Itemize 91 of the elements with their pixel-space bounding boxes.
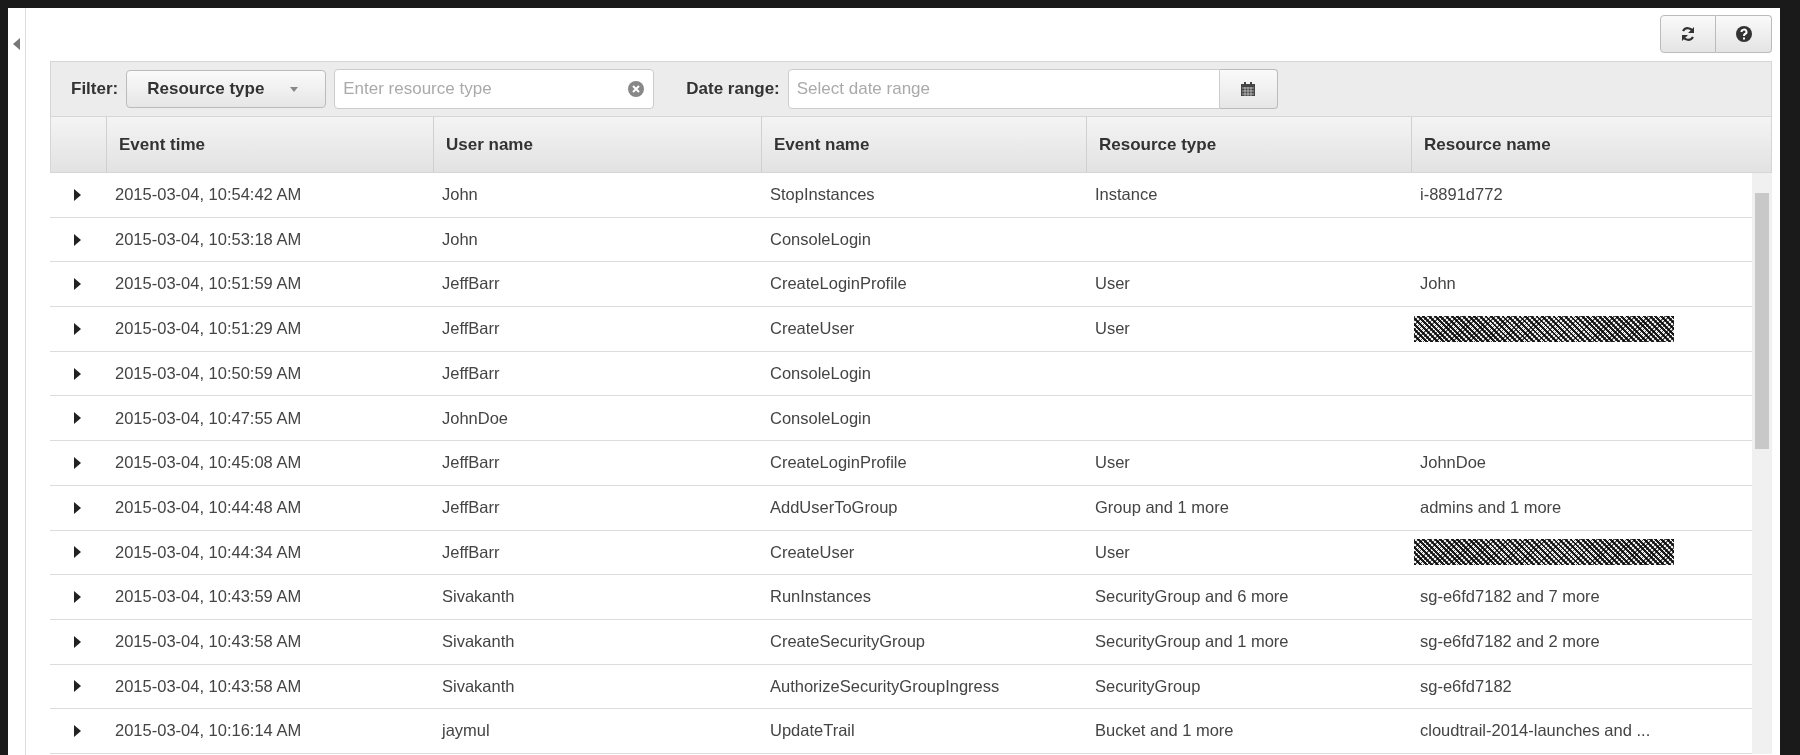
table-cell-text: 2015-03-04, 10:51:59 AM <box>114 274 302 293</box>
table-cell-text: Sivakanth <box>441 676 515 695</box>
table-cell-text: JohnDoe <box>441 408 509 427</box>
expand-arrow-icon[interactable] <box>74 725 81 738</box>
column-header[interactable]: User name <box>446 131 533 158</box>
table-cell-text: sg-e6fd7182 and 7 more <box>1419 587 1600 606</box>
table-cell-text: i-8891d772 <box>1419 185 1503 204</box>
table-cell-text: CreateUser <box>769 542 855 561</box>
table-cell-text: sg-e6fd7182 <box>1419 676 1512 695</box>
table-cell-text: 2015-03-04, 10:44:48 AM <box>114 497 302 516</box>
table-cell-text: 2015-03-04, 10:43:58 AM <box>114 676 302 695</box>
table-cell-text: 2015-03-04, 10:16:14 AM <box>114 721 302 740</box>
column-header[interactable]: Resource name <box>1424 131 1551 158</box>
help-button[interactable] <box>1716 15 1772 53</box>
table-cell-text: admins and 1 more <box>1419 497 1562 516</box>
table-cell-text: Sivakanth <box>441 587 515 606</box>
table-cell-text: JeffBarr <box>441 363 500 382</box>
resource-type-dropdown[interactable]: Resource type <box>126 70 327 108</box>
table-cell-text: CreateLoginProfile <box>769 274 907 293</box>
table-cell-text: Instance <box>1094 185 1158 204</box>
calendar-icon <box>1240 81 1257 97</box>
table-cell-text: User <box>1094 453 1130 472</box>
scrollbar[interactable] <box>1752 173 1772 754</box>
table-cell-text: CreateUser <box>769 319 855 338</box>
help-icon <box>1735 26 1752 42</box>
scrollbar-thumb[interactable] <box>1755 193 1769 449</box>
table-cell-text: JeffBarr <box>441 274 500 293</box>
expand-arrow-icon[interactable] <box>74 680 81 693</box>
date-range-input[interactable]: Select date range <box>787 69 1220 109</box>
expand-arrow-icon[interactable] <box>74 412 81 425</box>
table-cell-text: Sivakanth <box>441 631 515 650</box>
table-cell-text: JeffBarr <box>441 453 500 472</box>
table-cell-text: Group and 1 more <box>1094 497 1229 516</box>
table-cell-text: StopInstances <box>769 185 875 204</box>
table-cell-text: SecurityGroup and 6 more <box>1094 587 1289 606</box>
column-header[interactable]: Event name <box>774 131 870 158</box>
table-cell-text: AuthorizeSecurityGroupIngress <box>769 676 1000 695</box>
table-cell-text: ConsoleLogin <box>769 408 871 427</box>
expand-arrow-icon[interactable] <box>74 367 81 380</box>
table-cell-text: 2015-03-04, 10:50:59 AM <box>114 363 302 382</box>
expand-arrow-icon[interactable] <box>74 278 81 291</box>
table-cell-text: 2015-03-04, 10:53:18 AM <box>114 229 302 248</box>
table-cell-text: ConsoleLogin <box>769 229 871 248</box>
refresh-button[interactable] <box>1660 15 1716 53</box>
resource-type-input[interactable]: Enter resource type <box>334 69 655 109</box>
table-cell-text: John <box>1419 274 1456 293</box>
expand-arrow-icon[interactable] <box>74 233 81 246</box>
expand-arrow-icon[interactable] <box>74 456 81 469</box>
table-cell-text: User <box>1094 274 1130 293</box>
table-cell-text: 2015-03-04, 10:47:55 AM <box>114 408 302 427</box>
expand-arrow-icon[interactable] <box>74 546 81 559</box>
table-cell-text: 2015-03-04, 10:51:29 AM <box>114 319 302 338</box>
table-cell-text: 2015-03-04, 10:45:08 AM <box>114 453 302 472</box>
collapse-arrow-icon[interactable] <box>12 38 21 50</box>
table-cell-text: ConsoleLogin <box>769 363 871 382</box>
table-cell-text: CreateSecurityGroup <box>769 631 925 650</box>
table-cell-text: SecurityGroup <box>1094 676 1201 695</box>
table-cell-text: cloudtrail-2014-launches and ... <box>1419 721 1651 740</box>
expand-arrow-icon[interactable] <box>74 322 81 335</box>
table-cell-text: 2015-03-04, 10:54:42 AM <box>114 185 302 204</box>
table-cell-text: 2015-03-04, 10:43:58 AM <box>114 631 302 650</box>
table-cell-text: JohnDoe <box>1419 453 1487 472</box>
table-cell-text: JeffBarr <box>441 497 500 516</box>
table-cell-text: JeffBarr <box>441 542 500 561</box>
clear-icon[interactable] <box>628 81 645 97</box>
table-cell-text: CreateLoginProfile <box>769 453 907 472</box>
table-cell-text: SecurityGroup and 1 more <box>1094 631 1289 650</box>
expand-arrow-icon[interactable] <box>74 501 81 514</box>
table-cell-text: 2015-03-04, 10:44:34 AM <box>114 542 302 561</box>
expand-arrow-icon[interactable] <box>74 635 81 648</box>
table-cell-text: 2015-03-04, 10:43:59 AM <box>114 587 302 606</box>
expand-arrow-icon[interactable] <box>74 188 81 201</box>
table-cell-text: User <box>1094 319 1130 338</box>
table-cell-text: Bucket and 1 more <box>1094 721 1234 740</box>
calendar-button[interactable] <box>1219 69 1278 109</box>
table-cell-text: User <box>1094 542 1130 561</box>
column-header[interactable]: Event time <box>119 131 205 158</box>
table-cell-text: JeffBarr <box>441 319 500 338</box>
expand-arrow-icon[interactable] <box>74 591 81 604</box>
refresh-icon <box>1680 26 1696 42</box>
table-cell-text: AddUserToGroup <box>769 497 898 516</box>
table-cell-text: UpdateTrail <box>769 721 855 740</box>
table-cell-text: sg-e6fd7182 and 2 more <box>1419 631 1600 650</box>
date-range-label: Date range: <box>686 78 780 101</box>
table-cell-text: John <box>441 229 478 248</box>
table-cell-text: RunInstances <box>769 587 871 606</box>
column-header[interactable]: Resource type <box>1099 131 1217 158</box>
table-cell-text: jaymul <box>440 721 490 740</box>
table-cell-text: John <box>441 185 478 204</box>
caret-icon <box>290 86 299 92</box>
filter-label: Filter: <box>71 78 119 101</box>
